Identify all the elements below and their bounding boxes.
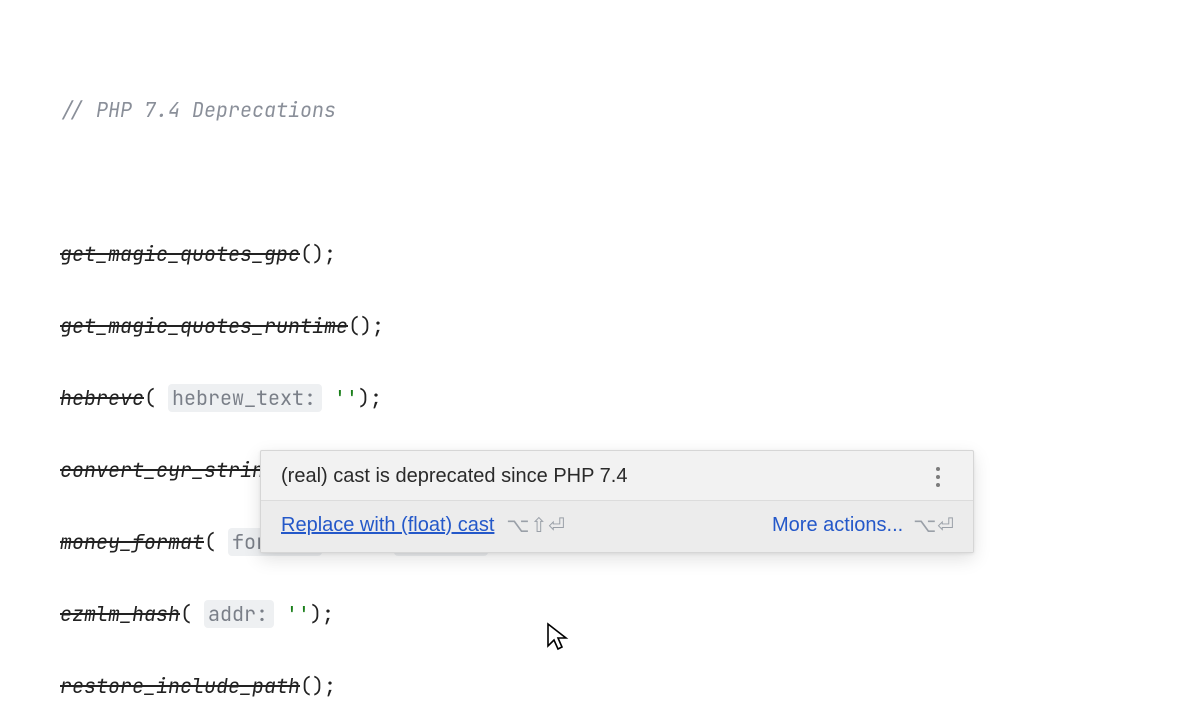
code-line: restore_include_path(); <box>60 668 1140 704</box>
tooltip-actions: Replace with (float) cast ⌥⇧⏎ More actio… <box>261 500 973 552</box>
deprecated-fn: hebrevc <box>60 385 144 411</box>
deprecated-fn: get_magic_quotes_gpc <box>60 241 300 267</box>
code-editor[interactable]: // PHP 7.4 Deprecations get_magic_quotes… <box>0 0 1200 728</box>
deprecated-fn: get_magic_quotes_runtime <box>60 313 348 339</box>
param-hint: addr: <box>204 600 274 628</box>
shortcut-hint: ⌥⇧⏎ <box>506 513 566 538</box>
tooltip-header: (real) cast is deprecated since PHP 7.4 <box>261 451 973 500</box>
quick-fix-link[interactable]: Replace with (float) cast <box>281 514 494 537</box>
more-actions-link[interactable]: More actions... <box>772 514 903 537</box>
code-line: ezmlm_hash( addr: ''); <box>60 596 1140 632</box>
comment: // PHP 7.4 Deprecations <box>60 97 336 123</box>
code-line: // PHP 7.4 Deprecations <box>60 92 1140 128</box>
kebab-icon[interactable] <box>935 466 955 488</box>
param-hint: hebrew_text: <box>168 384 322 412</box>
inspection-tooltip: (real) cast is deprecated since PHP 7.4 … <box>260 450 974 553</box>
code-line: hebrevc( hebrew_text: ''); <box>60 380 1140 416</box>
code-line: get_magic_quotes_runtime(); <box>60 308 1140 344</box>
deprecated-fn: restore_include_path <box>60 673 300 699</box>
deprecated-fn: ezmlm_hash <box>60 601 180 627</box>
tooltip-message: (real) cast is deprecated since PHP 7.4 <box>281 465 935 488</box>
blank-line <box>60 164 1140 200</box>
deprecated-fn: money_format <box>60 529 204 555</box>
shortcut-hint: ⌥⏎ <box>913 513 955 538</box>
deprecated-fn: convert_cyr_string <box>60 457 276 483</box>
code-line: get_magic_quotes_gpc(); <box>60 236 1140 272</box>
